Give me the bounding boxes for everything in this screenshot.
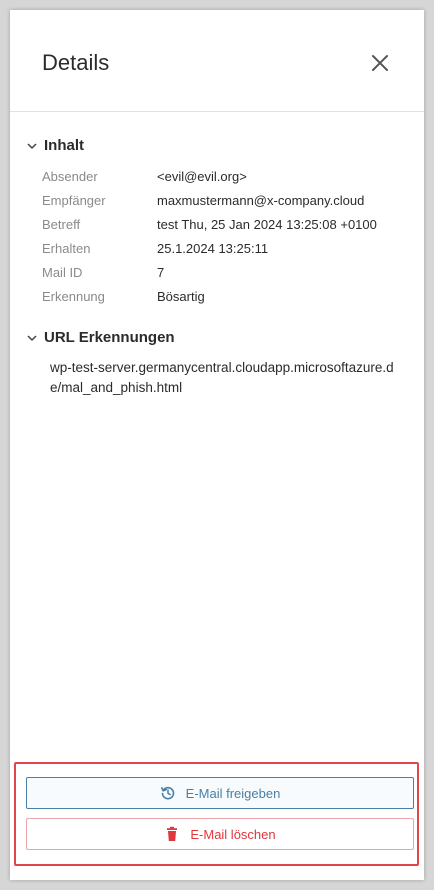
delete-email-label: E-Mail löschen	[190, 826, 276, 842]
detail-value: test Thu, 25 Jan 2024 13:25:08 +0100	[157, 216, 377, 232]
detail-value: Bösartig	[157, 288, 205, 304]
section-title-url-detections: URL Erkennungen	[44, 329, 175, 346]
detail-row-recipient: Empfänger maxmustermann@x-company.cloud	[42, 188, 412, 212]
chevron-down-icon	[27, 334, 37, 341]
close-icon	[372, 55, 388, 71]
detail-row-detection: Erkennung Bösartig	[42, 284, 412, 308]
detected-url: wp-test-server.germanycentral.cloudapp.m…	[50, 360, 394, 395]
detail-value: <evil@evil.org>	[157, 168, 247, 184]
content-details: Absender <evil@evil.org> Empfänger maxmu…	[42, 164, 412, 308]
detail-value: maxmustermann@x-company.cloud	[157, 192, 365, 208]
section-toggle-content[interactable]: Inhalt	[26, 137, 84, 154]
detail-row-sender: Absender <evil@evil.org>	[42, 164, 412, 188]
section-title-content: Inhalt	[44, 137, 84, 154]
release-email-button[interactable]: E-Mail freigeben	[26, 777, 414, 809]
detail-label: Empfänger	[42, 192, 106, 208]
panel-header: Details	[10, 10, 424, 112]
trash-icon	[167, 826, 178, 841]
page-title: Details	[42, 50, 110, 75]
close-button[interactable]	[368, 51, 392, 75]
details-panel: Details Inhalt Absender <evil@evil.org> …	[10, 10, 424, 880]
detail-value: 25.1.2024 13:25:11	[157, 240, 269, 256]
detail-row-mail-id: Mail ID 7	[42, 260, 412, 284]
detail-label: Erhalten	[42, 240, 91, 256]
detail-label: Absender	[42, 168, 98, 184]
detail-label: Erkennung	[42, 288, 105, 304]
restore-icon	[160, 786, 174, 800]
section-toggle-url-detections[interactable]: URL Erkennungen	[26, 329, 175, 346]
delete-email-button[interactable]: E-Mail löschen	[26, 818, 414, 850]
chevron-down-icon	[27, 142, 37, 149]
detail-label: Mail ID	[42, 264, 83, 280]
detail-label: Betreff	[42, 216, 81, 232]
detail-value: 7	[157, 264, 165, 280]
release-email-label: E-Mail freigeben	[185, 785, 281, 801]
detail-row-subject: Betreff test Thu, 25 Jan 2024 13:25:08 +…	[42, 212, 412, 236]
detail-row-received: Erhalten 25.1.2024 13:25:11	[42, 236, 412, 260]
